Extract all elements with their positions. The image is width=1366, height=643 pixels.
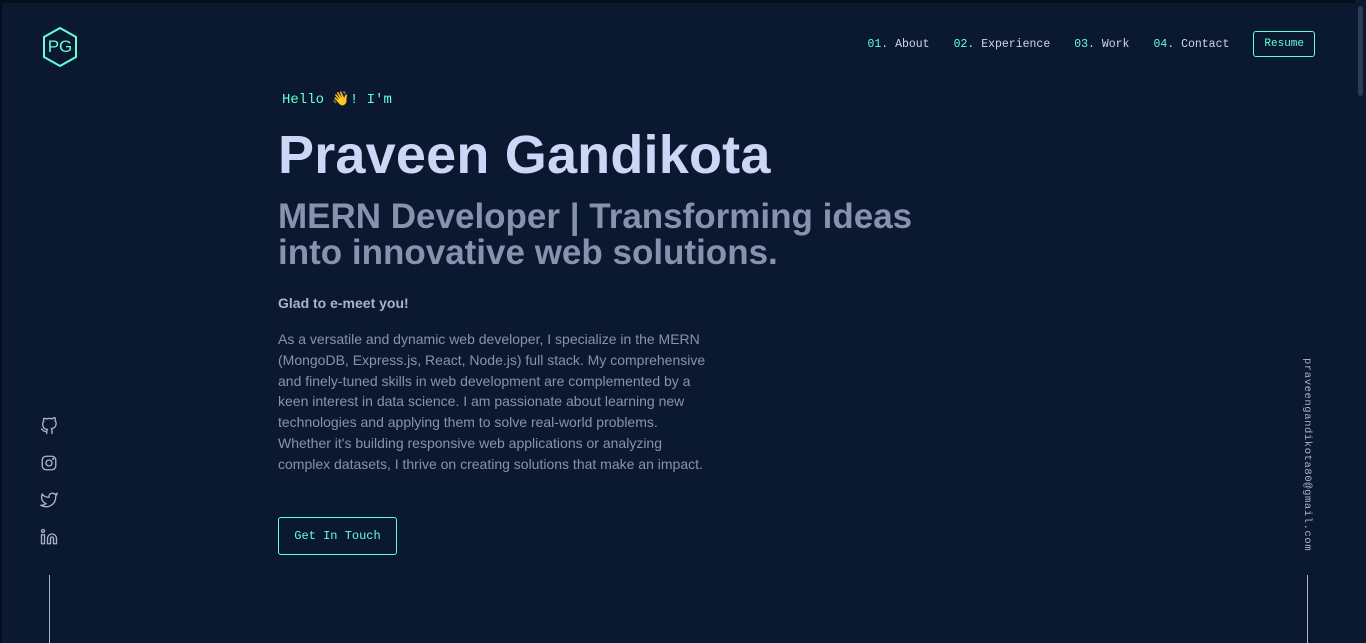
resume-button[interactable]: Resume xyxy=(1253,31,1315,57)
scrollbar-thumb[interactable] xyxy=(1358,6,1363,96)
social-links xyxy=(40,417,58,546)
social-divider-line xyxy=(49,575,50,643)
nav-label: About xyxy=(895,37,930,51)
get-in-touch-button[interactable]: Get In Touch xyxy=(278,517,397,555)
nav-item-contact[interactable]: 04. Contact xyxy=(1153,38,1229,51)
linkedin-icon[interactable] xyxy=(40,528,58,546)
github-icon[interactable] xyxy=(40,417,58,435)
bio-paragraph: As a versatile and dynamic web developer… xyxy=(278,331,706,472)
nav-item-experience[interactable]: 02. Experience xyxy=(954,38,1051,51)
nav-number: 04. xyxy=(1153,37,1175,51)
hero-name: Praveen Gandikota xyxy=(278,125,771,185)
hero-tagline: MERN Developer | Transforming ideas into… xyxy=(278,197,913,272)
email-link[interactable]: praveengandikota80@gmail.com xyxy=(1301,358,1313,551)
logo[interactable]: PG xyxy=(41,26,79,68)
instagram-icon[interactable] xyxy=(40,454,58,472)
nav-label: Experience xyxy=(981,37,1051,51)
nav-number: 01. xyxy=(867,37,889,51)
nav-label: Contact xyxy=(1181,37,1230,51)
nav-label: Work xyxy=(1101,37,1130,51)
greeting-text: Hello 👋! I'm xyxy=(282,92,392,108)
scrollbar[interactable] xyxy=(1355,0,1366,643)
twitter-icon[interactable] xyxy=(40,491,58,509)
nav-number: 02. xyxy=(953,37,975,51)
nav-number: 03. xyxy=(1074,37,1095,51)
nav-item-work[interactable]: 03. Work xyxy=(1074,38,1129,51)
nav-item-about[interactable]: 01. About xyxy=(867,38,929,51)
glad-text: Glad to e-meet you! xyxy=(278,295,409,311)
logo-text: PG xyxy=(47,37,73,56)
email-divider-line xyxy=(1307,575,1308,643)
main-nav: 01. About 02. Experience 03. Work 04. Co… xyxy=(867,31,1315,57)
hero-section: Hello 👋! I'm Praveen Gandikota MERN Deve… xyxy=(278,91,998,489)
